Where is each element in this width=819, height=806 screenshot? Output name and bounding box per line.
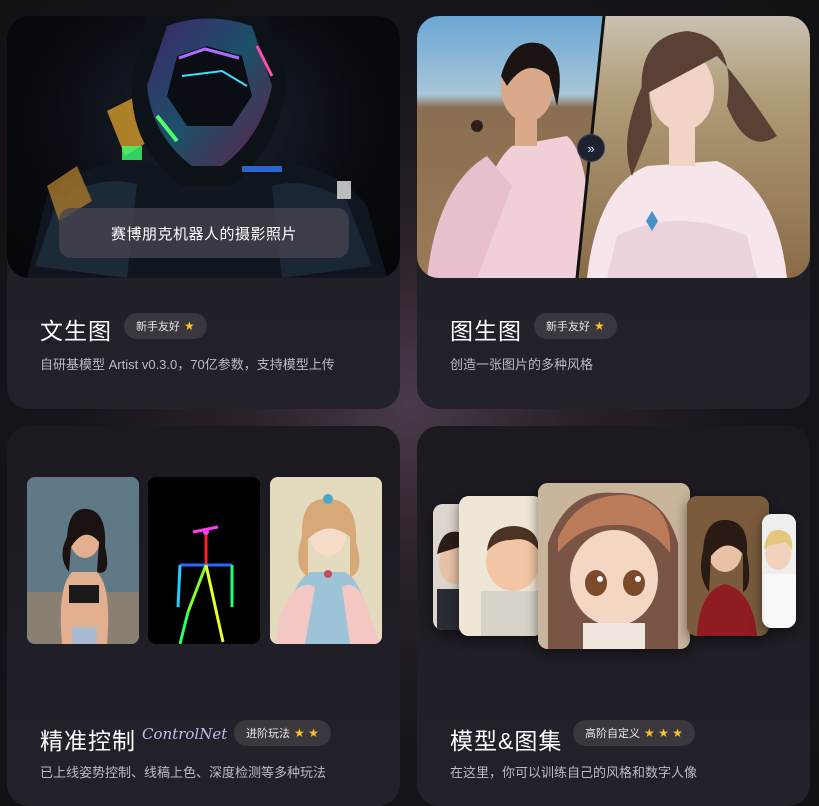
controlnet-label: ControlNet: [142, 725, 228, 743]
card-description: 已上线姿势控制、线稿上色、深度检测等多种玩法: [40, 765, 327, 780]
star-icon: ★: [184, 319, 195, 333]
gallery-image-blond-boy: [762, 514, 796, 628]
badge-label: 高阶自定义: [585, 728, 640, 740]
card-models-gallery[interactable]: 模型&图集 高阶自定义 ★ ★ ★ 在这里，你可以训练自己的风格和数字人像: [417, 426, 810, 806]
badge-label: 新手友好: [136, 321, 180, 333]
compare-slider-handle[interactable]: »: [577, 134, 605, 162]
double-chevron-right-icon: »: [587, 140, 595, 156]
cyberpunk-robot-image: 赛博朋克机器人的摄影照片: [7, 16, 400, 278]
star-icon: ★ ★: [294, 726, 319, 740]
card-description: 自研基模型 Artist v0.3.0，70亿参数，支持模型上传: [40, 357, 335, 372]
difficulty-badge: 高阶自定义 ★ ★ ★: [573, 720, 695, 746]
card-controlnet[interactable]: 精准控制 ControlNet 进阶玩法 ★ ★ 已上线姿势控制、线稿上色、深度…: [7, 426, 400, 806]
difficulty-badge: 进阶玩法 ★ ★: [234, 720, 331, 746]
badge-label: 进阶玩法: [246, 728, 290, 740]
card-title: 图生图: [450, 318, 522, 344]
gallery-image-baby: [459, 496, 543, 636]
card-title: 文生图: [40, 318, 112, 344]
card-title: 模型&图集: [450, 728, 563, 754]
pose-reference-photo: [27, 477, 139, 644]
difficulty-badge: 新手友好 ★: [124, 313, 207, 339]
pose-skeleton-image: [148, 477, 260, 644]
gallery-image-featured-girl: [538, 483, 690, 649]
star-icon: ★ ★ ★: [644, 726, 683, 740]
image-prompt-caption: 赛博朋克机器人的摄影照片: [59, 208, 349, 258]
before-after-image: »: [417, 16, 810, 278]
card-title: 精准控制: [40, 728, 136, 754]
card-image-to-image[interactable]: » 图生图 新手友好 ★ 创造一张图片的多种风格: [417, 16, 810, 409]
badge-label: 新手友好: [546, 321, 590, 333]
difficulty-badge: 新手友好 ★: [534, 313, 617, 339]
card-description: 创造一张图片的多种风格: [450, 357, 594, 372]
card-description: 在这里，你可以训练自己的风格和数字人像: [450, 765, 698, 780]
card-text-to-image[interactable]: 赛博朋克机器人的摄影照片 文生图 新手友好 ★ 自研基模型 Artist v0.…: [7, 16, 400, 409]
gallery-image-fantasy-girl: [687, 496, 769, 636]
star-icon: ★: [594, 319, 605, 333]
anime-colored-result: [270, 477, 382, 644]
